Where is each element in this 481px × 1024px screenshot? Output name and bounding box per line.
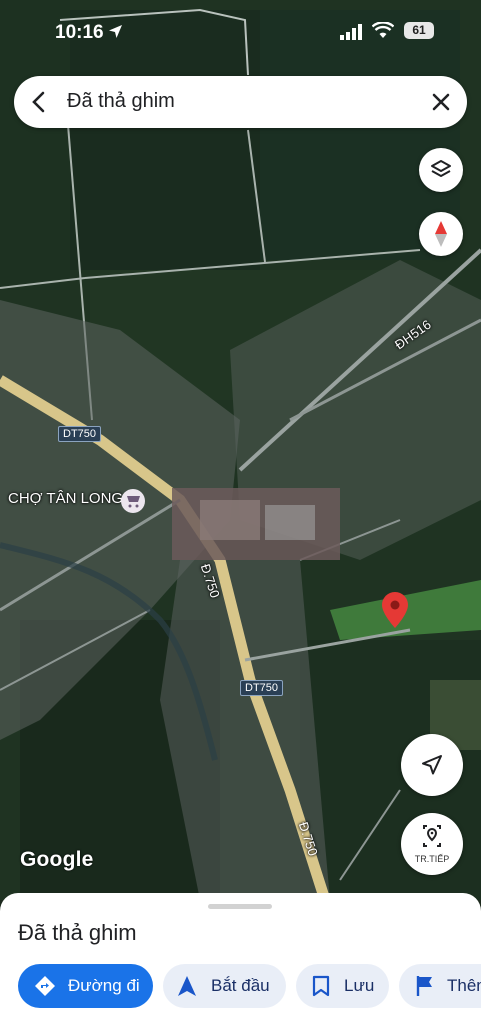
compass-icon xyxy=(435,221,447,247)
start-label: Bắt đầu xyxy=(211,976,270,995)
street-view-icon xyxy=(423,825,441,847)
battery-indicator: 61 xyxy=(404,22,434,39)
start-button[interactable]: Bắt đầu xyxy=(163,964,286,1008)
wifi-icon xyxy=(372,22,394,38)
navigation-icon xyxy=(178,976,196,996)
navigation-arrow-icon xyxy=(422,755,442,775)
search-query[interactable]: Đã thả ghim xyxy=(67,90,175,113)
my-location-button[interactable] xyxy=(401,734,463,796)
layers-button[interactable] xyxy=(419,148,463,192)
directions-button[interactable]: Đường đi xyxy=(18,964,153,1008)
status-bar: 10:16 61 xyxy=(0,0,481,60)
map-view[interactable]: CHỢ TÂN LONG DT750 DT750 Đ.750 Đ.750 ĐH5… xyxy=(0,0,481,900)
drag-handle[interactable] xyxy=(208,904,272,909)
save-label: Lưu xyxy=(344,976,375,995)
save-button[interactable]: Lưu xyxy=(296,964,389,1008)
shopping-cart-icon[interactable] xyxy=(121,489,145,513)
street-view-button[interactable]: TR.TIẾP xyxy=(401,813,463,875)
road-label-dt750: DT750 xyxy=(240,680,284,696)
layers-icon xyxy=(431,160,451,177)
road-label-dt750: DT750 xyxy=(58,426,102,442)
compass-button[interactable] xyxy=(419,212,463,256)
flag-icon xyxy=(416,976,432,996)
back-arrow-icon[interactable] xyxy=(26,88,54,116)
status-time: 10:16 xyxy=(55,22,104,43)
search-bar[interactable]: Đã thả ghim xyxy=(14,76,467,128)
directions-label: Đường đi xyxy=(68,976,140,995)
dropped-pin-icon[interactable] xyxy=(382,592,408,628)
more-button[interactable]: Thêm xyxy=(399,964,481,1008)
place-title: Đã thả ghim xyxy=(18,920,137,945)
market-label[interactable]: CHỢ TÂN LONG xyxy=(8,490,123,507)
street-view-label: TR.TIẾP xyxy=(414,854,450,864)
bottom-sheet[interactable]: Đã thả ghim Đường đi Bắt đầu Lưu Thêm xyxy=(0,893,481,1024)
bookmark-icon xyxy=(312,975,330,997)
directions-icon xyxy=(35,976,55,996)
google-logo: Google xyxy=(20,848,94,871)
more-label: Thêm xyxy=(447,976,481,995)
signal-icon xyxy=(340,24,362,40)
location-arrow-icon xyxy=(109,25,122,38)
close-icon[interactable] xyxy=(427,88,455,116)
